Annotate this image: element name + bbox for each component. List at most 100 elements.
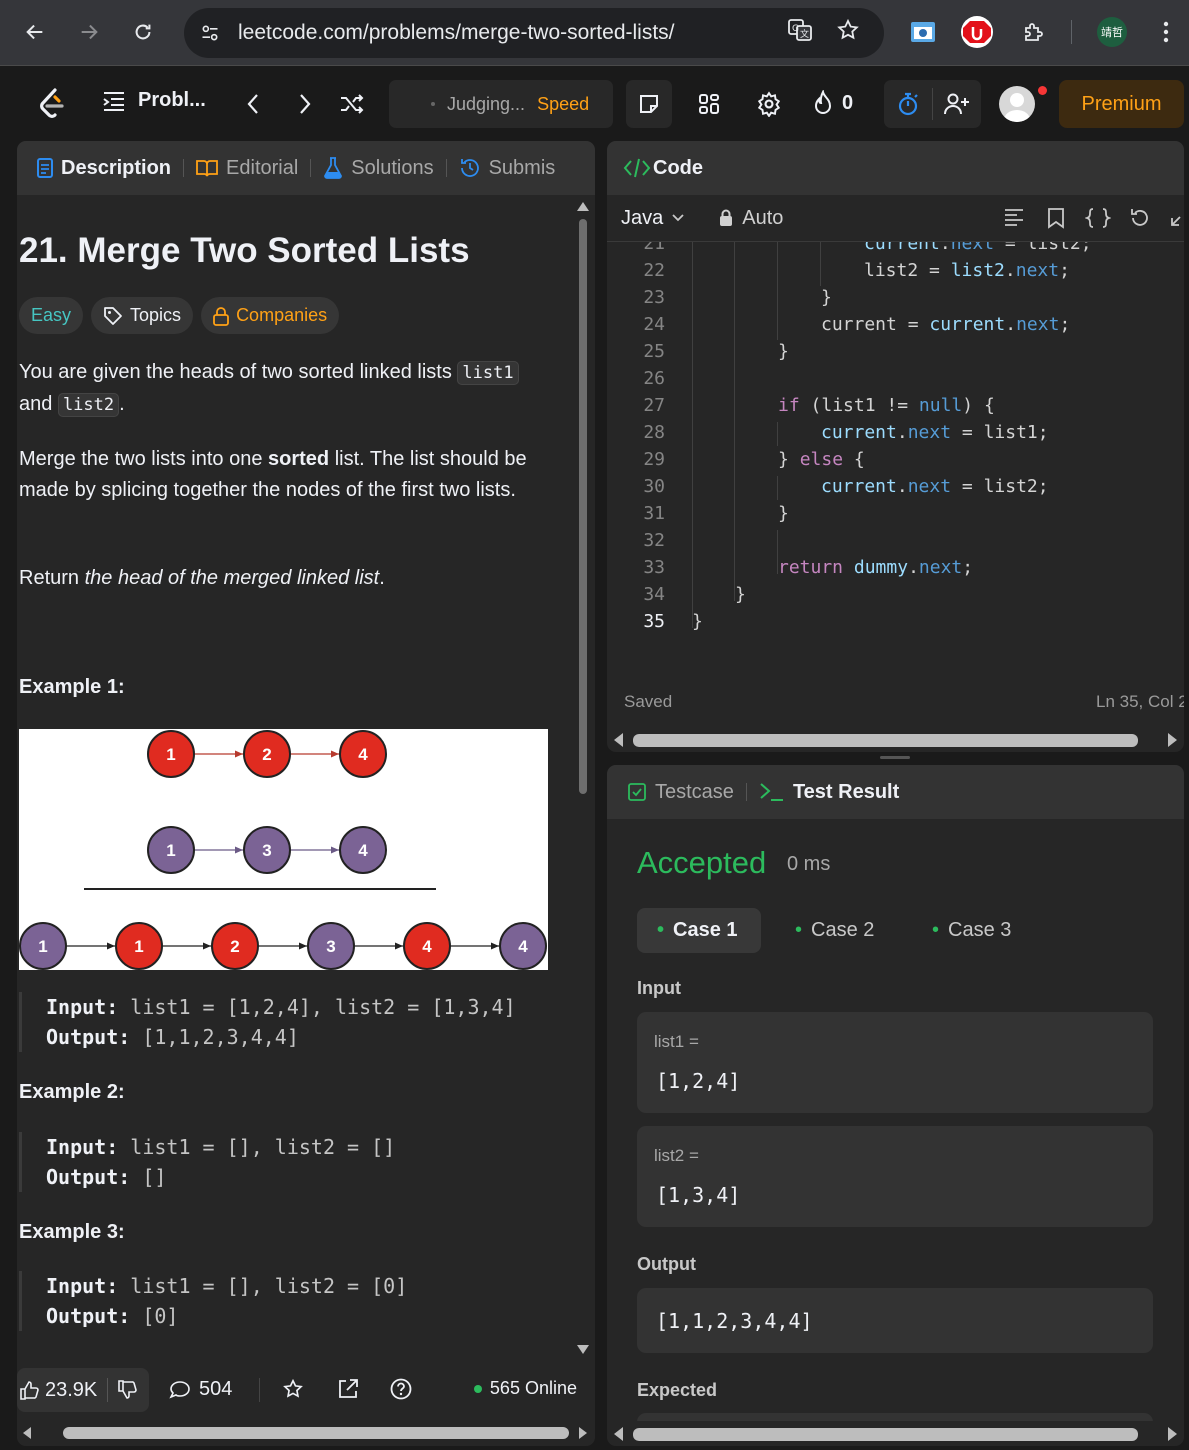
timer-group xyxy=(884,80,981,128)
tab-testcase[interactable]: Testcase xyxy=(627,781,734,804)
code-line[interactable]: 29} else { xyxy=(607,446,1184,473)
svg-text:3: 3 xyxy=(262,841,271,860)
auto-mode[interactable]: Auto xyxy=(719,207,783,230)
url-text[interactable]: leetcode.com/problems/merge-two-sorted-l… xyxy=(238,21,675,45)
vote-divider xyxy=(107,1378,109,1402)
output-box[interactable]: [1,1,2,3,4,4] xyxy=(637,1288,1153,1353)
translate-icon[interactable]: G文 xyxy=(786,16,814,44)
code-line[interactable]: 32 xyxy=(607,527,1184,554)
code-line[interactable]: 26 xyxy=(607,365,1184,392)
reset-icon[interactable] xyxy=(1129,207,1151,229)
language-select[interactable]: Java xyxy=(621,207,685,230)
code-line[interactable]: 21 current.next = list2; xyxy=(607,242,1184,257)
code-line[interactable]: 25} xyxy=(607,338,1184,365)
extensions-puzzle-icon[interactable] xyxy=(1016,15,1050,49)
layout-icon[interactable] xyxy=(694,91,724,117)
leetcode-logo[interactable] xyxy=(34,85,68,123)
code-hscrollbar[interactable] xyxy=(607,727,1184,752)
more-menu-icon[interactable] xyxy=(1149,15,1183,49)
problem-list-button[interactable]: Probl... xyxy=(102,89,206,112)
settings-gear-icon[interactable] xyxy=(754,90,784,118)
case-tab-2[interactable]: • Case 2 xyxy=(775,908,894,953)
svg-text:3: 3 xyxy=(326,937,335,956)
code-line[interactable]: 27 if (list1 != null) { xyxy=(607,392,1184,419)
input-box-list2[interactable]: list2 = [1,3,4] xyxy=(637,1126,1153,1227)
book-icon xyxy=(196,160,218,177)
flask-icon xyxy=(324,157,343,179)
companies-button[interactable]: Companies xyxy=(201,297,340,334)
collapse-icon[interactable] xyxy=(1170,209,1184,229)
description-hscrollbar[interactable] xyxy=(17,1419,595,1446)
problem-title[interactable]: 21. Merge Two Sorted Lists xyxy=(19,231,470,271)
premium-button[interactable]: Premium xyxy=(1059,80,1184,128)
code-line[interactable]: 24 current = current.next; xyxy=(607,311,1184,338)
example-1-box: Input: list1 = [1,2,4], list2 = [1,3,4] … xyxy=(19,992,516,1052)
code-line[interactable]: 23} xyxy=(607,284,1184,311)
case-tab-1[interactable]: • Case 1 xyxy=(637,908,761,953)
back-icon[interactable] xyxy=(19,16,51,48)
forward-icon[interactable] xyxy=(73,16,105,48)
judging-status[interactable]: Judging... Speed xyxy=(389,80,613,128)
code-line[interactable]: 35} xyxy=(607,608,1184,635)
profile-avatar[interactable]: 靖哲 xyxy=(1097,17,1127,47)
status-dot xyxy=(431,102,435,106)
stopwatch-icon[interactable] xyxy=(894,90,922,118)
list-node: 4 xyxy=(499,922,547,970)
site-settings-icon[interactable] xyxy=(198,23,222,43)
code-line[interactable]: 31} xyxy=(607,500,1184,527)
comments-button[interactable]: 504 xyxy=(169,1378,232,1401)
line-number: 23 xyxy=(643,287,665,308)
svg-text:1: 1 xyxy=(38,937,47,956)
inline-code: list1 xyxy=(457,361,519,385)
address-bar[interactable]: leetcode.com/problems/merge-two-sorted-l… xyxy=(184,8,884,58)
topics-button[interactable]: Topics xyxy=(91,297,194,334)
bookmark-icon[interactable] xyxy=(1047,207,1065,229)
user-avatar[interactable] xyxy=(999,86,1035,122)
tab-submissions[interactable]: Submis xyxy=(459,157,555,180)
braces-icon[interactable] xyxy=(1085,207,1111,229)
notes-button[interactable] xyxy=(626,80,672,128)
example-3-title: Example 3: xyxy=(19,1221,125,1243)
browser-toolbar: leetcode.com/problems/merge-two-sorted-l… xyxy=(0,0,1189,66)
tab-description[interactable]: Description xyxy=(37,157,171,180)
svg-text:1: 1 xyxy=(134,937,143,956)
result-hscrollbar[interactable] xyxy=(607,1421,1184,1446)
tag-icon xyxy=(104,306,122,325)
help-icon[interactable] xyxy=(390,1378,412,1400)
share-icon[interactable] xyxy=(337,1378,359,1400)
document-icon xyxy=(37,158,53,178)
code-line[interactable]: 28 current.next = list1; xyxy=(607,419,1184,446)
prev-problem-icon[interactable] xyxy=(240,91,266,117)
add-user-icon[interactable] xyxy=(942,90,972,118)
tab-solutions[interactable]: Solutions xyxy=(323,157,434,180)
extension-screenshot-icon[interactable] xyxy=(906,15,940,49)
tab-test-result[interactable]: Test Result xyxy=(759,781,899,804)
tab-editorial[interactable]: Editorial xyxy=(196,157,298,180)
next-problem-icon[interactable] xyxy=(292,91,318,117)
adblock-icon[interactable] xyxy=(960,15,994,49)
list-node: 2 xyxy=(243,730,291,778)
bookmark-star-icon[interactable] xyxy=(834,16,862,44)
code-line[interactable]: 22 list2 = list2.next; xyxy=(607,257,1184,284)
input-box-list1[interactable]: list1 = [1,2,4] xyxy=(637,1012,1153,1113)
list-node: 4 xyxy=(339,826,387,874)
dislike-button[interactable] xyxy=(117,1380,138,1400)
description-scrollbar[interactable] xyxy=(576,195,590,1361)
reload-icon[interactable] xyxy=(127,16,159,48)
tab-code[interactable]: Code xyxy=(623,157,703,180)
lock-icon xyxy=(720,209,733,226)
case-tab-3[interactable]: • Case 3 xyxy=(912,908,1031,953)
code-text: } xyxy=(778,341,789,362)
code-line[interactable]: 30 current.next = list2; xyxy=(607,473,1184,500)
streak-counter[interactable]: 0 xyxy=(812,90,853,116)
code-line[interactable]: 33 return dummy.next; xyxy=(607,554,1184,581)
code-line[interactable]: 34} xyxy=(607,581,1184,608)
fire-icon xyxy=(814,90,832,114)
svg-text:4: 4 xyxy=(358,745,368,764)
like-button[interactable]: 23.9K xyxy=(17,1379,97,1402)
code-editor[interactable]: 21 current.next = list2; 22 list2 = list2.n… xyxy=(607,242,1184,682)
format-icon[interactable] xyxy=(1003,207,1025,229)
shuffle-icon[interactable] xyxy=(338,91,366,117)
panel-resize-handle[interactable] xyxy=(880,756,910,759)
favorite-star-icon[interactable] xyxy=(282,1378,304,1400)
